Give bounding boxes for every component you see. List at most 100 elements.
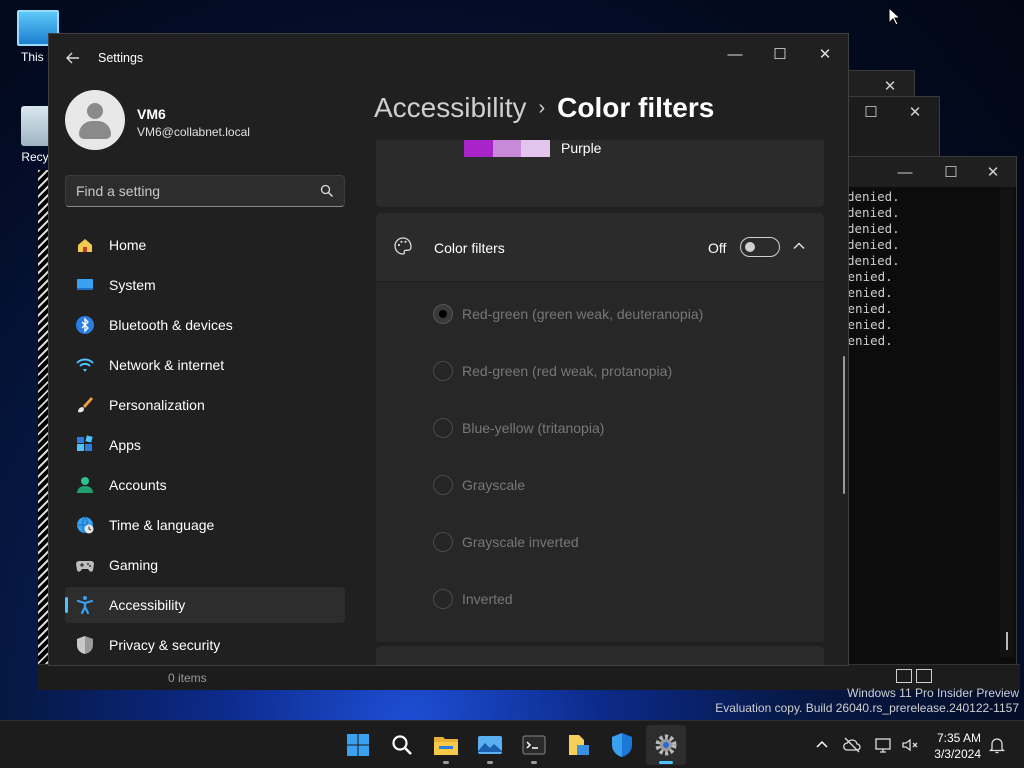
maximize-button[interactable]: ☐ [757,38,803,70]
sidebar-item-label: Network & internet [109,357,225,373]
toggle-knob [745,242,755,252]
purple-swatch [464,140,551,157]
content-scrollbar[interactable] [843,356,845,494]
option-label: Grayscale inverted [462,534,579,550]
maximize-icon[interactable]: ☐ [931,157,971,187]
user-icon-body [79,121,111,139]
terminal-line: denied. [847,221,900,236]
radio-button[interactable] [433,475,453,495]
terminal-line: denied. [847,237,900,252]
watermark-line: Windows 11 Pro Insider Preview [847,686,1019,700]
color-filters-header[interactable]: Color filters Off [376,213,824,281]
sidebar-item-home[interactable]: Home [65,227,345,263]
terminal-scrollbar[interactable] [1000,187,1014,657]
swatch-segment [492,140,522,157]
taskbar-terminal[interactable] [514,725,554,765]
sidebar-item-privacy-security[interactable]: Privacy & security [65,627,345,663]
start-button[interactable] [338,725,378,765]
clock[interactable]: 7:35 AM 3/3/2024 [925,730,981,762]
minimize-icon[interactable]: — [885,157,925,187]
swatch-segment [521,140,551,157]
sidebar-item-bluetooth-devices[interactable]: Bluetooth & devices [65,307,345,343]
search-box[interactable] [65,175,345,207]
palette-icon [394,237,412,255]
titlebar[interactable]: Settings — ☐ ✕ [49,34,848,80]
sidebar-item-accessibility[interactable]: Accessibility [65,587,345,623]
close-button[interactable]: ✕ [802,38,848,70]
sidebar-item-network-internet[interactable]: Network & internet [65,347,345,383]
maximize-icon[interactable]: ☐ [851,97,891,127]
terminal-scroll-thumb[interactable] [1006,632,1008,650]
wifi-icon [76,358,94,372]
app-title: Settings [98,51,144,65]
back-arrow-icon [66,52,79,64]
breadcrumb: Accessibility › Color filters [374,92,714,124]
avatar[interactable] [65,90,125,150]
terminal-line: denied. [847,189,900,204]
sidebar-item-time-language[interactable]: Time & language [65,507,345,543]
terminal-window[interactable]: — ☐ ✕ denied. denied. denied. denied. denied… [830,156,1017,666]
settings-icon [655,734,677,756]
taskbar-file-explorer[interactable] [426,725,466,765]
globe-clock-icon [77,516,94,534]
taskbar-photos[interactable] [470,725,510,765]
sidebar-item-system[interactable]: System [65,267,345,303]
watermark-line: Evaluation copy. Build 26040.rs_prerelea… [715,701,1019,715]
content-pane: Purple Color filters Off Red-green (gree… [376,140,824,665]
search-icon [392,735,412,755]
taskbar-settings[interactable] [646,725,686,765]
terminal-icon [522,735,546,755]
taskbar-search-button[interactable] [382,725,422,765]
network-icon[interactable] [874,735,894,755]
user-name: VM6 [137,106,166,122]
sidebar-item-accounts[interactable]: Accounts [65,467,345,503]
minimize-button[interactable]: — [712,38,758,70]
radio-button[interactable] [433,532,453,552]
search-icon[interactable] [320,184,334,198]
color-filters-toggle[interactable] [740,237,780,257]
chevron-up-icon[interactable] [812,735,832,755]
clock-date: 3/3/2024 [934,747,981,761]
running-indicator [531,761,537,764]
bluetooth-icon [76,316,94,334]
breadcrumb-parent[interactable]: Accessibility [374,92,526,123]
sidebar-item-label: System [109,277,156,293]
sidebar-item-gaming[interactable]: Gaming [65,547,345,583]
cloud-offline-icon[interactable] [842,735,862,755]
sidebar-item-apps[interactable]: Apps [65,427,345,463]
taskbar-security[interactable] [602,725,642,765]
radio-button[interactable] [433,418,453,438]
volume-muted-icon[interactable] [900,735,920,755]
close-icon[interactable]: ✕ [973,157,1013,187]
option-label: Red-green (green weak, deuteranopia) [462,306,704,322]
back-button[interactable] [61,46,85,70]
taskbar: 7:35 AM 3/3/2024 [0,720,1024,768]
settings-window[interactable]: Settings — ☐ ✕ VM6 VM6@collabnet.local H… [48,33,849,666]
sidebar-item-personalization[interactable]: Personalization [65,387,345,423]
purple-label: Purple [561,140,602,156]
notification-bell-icon[interactable] [987,735,1007,755]
radio-button[interactable] [433,589,453,609]
item-count: 0 items [168,671,207,685]
running-indicator [659,761,673,764]
details-view-icon[interactable] [896,669,912,683]
terminal-line: denied. [847,253,900,268]
running-indicator [487,761,493,764]
next-setting-card[interactable] [376,646,824,665]
taskbar-files[interactable] [558,725,598,765]
radio-button[interactable] [433,304,453,324]
sidebar-item-label: Accessibility [109,597,186,613]
sidebar-item-label: Time & language [109,517,215,533]
terminal-titlebar[interactable]: — ☐ ✕ [831,157,1016,187]
search-input[interactable] [76,182,306,200]
system-icon [77,279,93,290]
swatch-segment [464,140,493,157]
security-icon [612,733,632,757]
close-icon[interactable]: ✕ [895,97,935,127]
apps-icon [77,435,93,451]
terminal-output: denied. denied. denied. denied. denied. denie… [840,189,900,349]
radio-button[interactable] [433,361,453,381]
sidebar-item-label: Privacy & security [109,637,221,653]
tiles-view-icon[interactable] [916,669,932,683]
chevron-up-icon[interactable] [792,239,806,253]
